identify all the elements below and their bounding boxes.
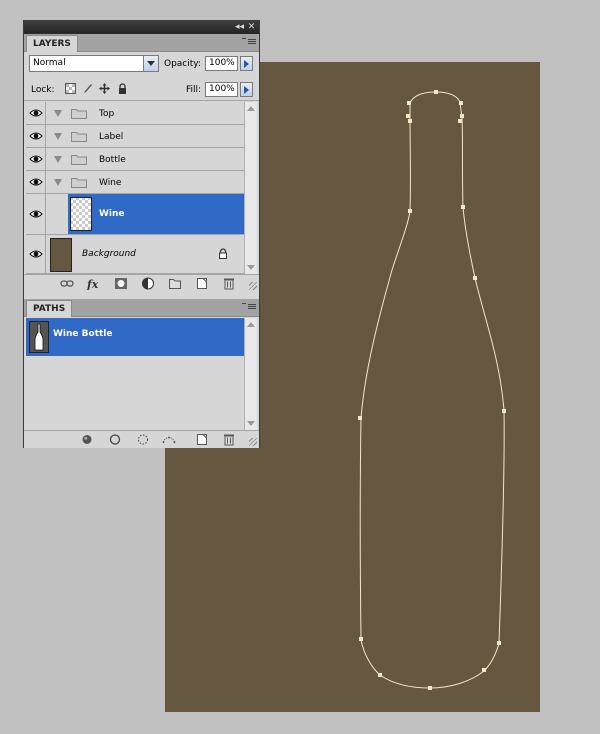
- visibility-toggle[interactable]: [26, 125, 46, 147]
- opacity-label: Opacity:: [164, 59, 201, 69]
- chevron-down-icon[interactable]: [143, 56, 158, 71]
- layers-scrollbar[interactable]: [244, 102, 257, 274]
- eye-icon: [29, 210, 43, 218]
- opacity-input[interactable]: 100%: [205, 56, 238, 71]
- layers-tab-row: LAYERS: [24, 34, 259, 52]
- new-path-icon[interactable]: [195, 433, 209, 446]
- layer-row-wine-group[interactable]: Wine: [26, 171, 244, 194]
- make-work-path-icon[interactable]: [162, 433, 176, 446]
- expand-triangle-icon[interactable]: [54, 110, 62, 117]
- scroll-up-icon[interactable]: [245, 102, 257, 115]
- load-selection-icon[interactable]: [136, 433, 150, 446]
- layer-row-label[interactable]: Label: [26, 125, 244, 148]
- eye-icon: [29, 250, 43, 258]
- folder-icon: [71, 132, 87, 142]
- expand-triangle-icon[interactable]: [54, 156, 62, 163]
- layer-row-top[interactable]: Top: [26, 102, 244, 125]
- folder-icon: [71, 155, 87, 165]
- visibility-toggle[interactable]: [26, 194, 46, 234]
- eye-icon: [29, 109, 43, 117]
- eye-icon: [29, 178, 43, 186]
- scroll-down-icon[interactable]: [245, 417, 257, 430]
- lock-icon: [219, 248, 227, 259]
- layer-name: Label: [99, 132, 124, 142]
- bottle-icon: [34, 323, 44, 351]
- layer-name: Bottle: [99, 155, 126, 165]
- tab-layers[interactable]: LAYERS: [26, 35, 78, 52]
- lock-all-icon[interactable]: [117, 83, 128, 94]
- expand-triangle-icon[interactable]: [54, 179, 62, 186]
- fill-input[interactable]: 100%: [205, 82, 238, 97]
- paths-list: Wine Bottle: [26, 318, 244, 430]
- mask-icon[interactable]: [114, 277, 128, 290]
- layer-row-bottle[interactable]: Bottle: [26, 148, 244, 171]
- resize-grip-icon[interactable]: [249, 282, 257, 290]
- fx-icon[interactable]: fx: [86, 277, 100, 290]
- folder-icon: [71, 109, 87, 119]
- scroll-down-icon[interactable]: [245, 261, 257, 274]
- new-group-icon[interactable]: [168, 277, 182, 290]
- visibility-toggle[interactable]: [26, 102, 46, 124]
- eye-icon: [29, 132, 43, 140]
- lock-transparent-icon[interactable]: [65, 83, 76, 94]
- paths-tab-row: PATHS: [24, 299, 259, 317]
- panel-palette: ◂◂ ✕ LAYERS Normal Opacity: 100% Lock: F…: [23, 20, 260, 448]
- fill-value: 100%: [209, 84, 235, 94]
- trash-icon[interactable]: [222, 433, 236, 446]
- layers-footer: fx: [24, 274, 259, 292]
- fill-label: Fill:: [186, 85, 202, 95]
- lock-position-icon[interactable]: [99, 83, 110, 94]
- lock-image-pixels-icon[interactable]: [82, 83, 93, 94]
- visibility-toggle[interactable]: [26, 171, 46, 193]
- background-thumbnail: [50, 238, 72, 272]
- layer-row-wine-selected[interactable]: Wine: [26, 194, 244, 235]
- layers-list: Top Label Bottle Wine Wine Background: [26, 102, 244, 274]
- layer-name: Background: [82, 249, 136, 259]
- path-name: Wine Bottle: [53, 329, 113, 339]
- trash-icon[interactable]: [222, 277, 236, 290]
- folder-icon: [71, 178, 87, 188]
- paths-footer: [24, 430, 259, 448]
- collapse-icon[interactable]: ◂◂: [234, 22, 245, 32]
- path-thumbnail: [29, 321, 49, 353]
- eye-icon: [29, 155, 43, 163]
- paths-scrollbar[interactable]: [244, 318, 257, 430]
- palette-title-bar[interactable]: ◂◂ ✕: [24, 21, 259, 34]
- link-icon[interactable]: [60, 277, 74, 290]
- fill-path-icon[interactable]: [80, 433, 94, 446]
- layer-row-background[interactable]: Background: [26, 235, 244, 274]
- adjustment-icon[interactable]: [141, 277, 155, 290]
- stroke-path-icon[interactable]: [108, 433, 122, 446]
- transparent-thumbnail-icon: [70, 197, 92, 231]
- opacity-value: 100%: [209, 58, 235, 68]
- layers-panel-menu-icon[interactable]: [242, 37, 256, 47]
- close-icon[interactable]: ✕: [246, 22, 257, 32]
- svg-text:fx: fx: [86, 278, 99, 290]
- fill-slider-button[interactable]: [240, 82, 253, 97]
- new-layer-icon[interactable]: [195, 277, 209, 290]
- scroll-up-icon[interactable]: [245, 318, 257, 331]
- visibility-toggle[interactable]: [26, 235, 46, 273]
- resize-grip-icon[interactable]: [249, 438, 257, 446]
- opacity-slider-button[interactable]: [240, 56, 253, 71]
- blend-mode-select[interactable]: Normal: [29, 55, 159, 72]
- tab-paths[interactable]: PATHS: [26, 300, 73, 317]
- paths-panel-menu-icon[interactable]: [242, 302, 256, 312]
- expand-triangle-icon[interactable]: [54, 133, 62, 140]
- visibility-toggle[interactable]: [26, 148, 46, 170]
- layer-name: Top: [99, 109, 115, 119]
- lock-label: Lock:: [31, 85, 55, 95]
- path-row-wine-bottle[interactable]: Wine Bottle: [26, 318, 244, 356]
- layer-name: Wine: [99, 178, 122, 188]
- layer-name: Wine: [99, 209, 125, 219]
- blend-mode-value: Normal: [33, 58, 66, 68]
